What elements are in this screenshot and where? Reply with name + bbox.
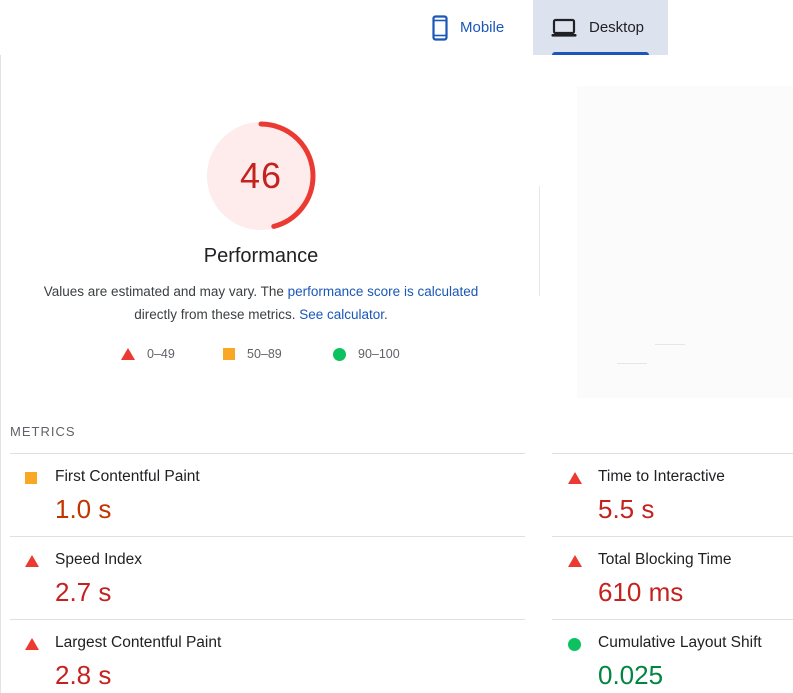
thumbnail-line <box>655 344 685 345</box>
metric-value: 5.5 s <box>598 494 655 524</box>
pass-circle-icon <box>568 638 581 651</box>
metric-cumulative-layout-shift: Cumulative Layout Shift 0.025 <box>552 619 793 693</box>
description-prefix: Values are estimated and may vary. The <box>43 284 288 299</box>
performance-score: 46 <box>239 155 283 196</box>
performance-gauge: 46 <box>205 120 317 232</box>
average-square-icon <box>223 348 235 360</box>
fail-triangle-icon <box>568 472 582 484</box>
tab-desktop[interactable]: Desktop <box>533 0 668 55</box>
metric-value: 2.7 s <box>55 577 112 607</box>
score-legend: 0–49 50–89 90–100 <box>0 347 540 367</box>
tab-mobile[interactable]: Mobile <box>420 0 532 55</box>
metric-speed-index: Speed Index 2.7 s <box>10 536 525 619</box>
metric-label: Speed Index <box>55 551 143 568</box>
performance-title: Performance <box>203 245 319 267</box>
metrics-title: METRICS <box>10 424 76 439</box>
metric-first-contentful-paint: First Contentful Paint 1.0 s <box>10 453 525 536</box>
metric-time-to-interactive: Time to Interactive 5.5 s <box>552 453 793 536</box>
fail-triangle-icon <box>25 638 39 650</box>
description-suffix: . <box>384 307 388 322</box>
metric-label: Largest Contentful Paint <box>55 634 222 651</box>
fail-triangle-icon <box>121 348 135 360</box>
legend-average: 50–89 <box>223 347 282 361</box>
see-calculator-link[interactable]: See calculator <box>299 307 384 322</box>
average-square-icon <box>25 472 37 484</box>
content-edge <box>0 55 1 693</box>
metric-value: 610 ms <box>598 577 684 607</box>
pass-circle-icon <box>333 347 346 361</box>
page-screenshot-thumbnail[interactable] <box>577 86 793 398</box>
metric-label: Time to Interactive <box>598 468 725 485</box>
legend-pass: 90–100 <box>333 347 400 361</box>
thumbnail-line <box>617 363 647 364</box>
metric-largest-contentful-paint: Largest Contentful Paint 2.8 s <box>10 619 525 693</box>
selected-tab-indicator <box>552 52 649 55</box>
metric-value: 0.025 <box>598 660 664 690</box>
metric-value: 2.8 s <box>55 660 112 690</box>
description-mid: directly from these metrics. <box>134 307 300 322</box>
performance-score-link[interactable]: performance score is calculated <box>288 284 479 299</box>
legend-average-label: 50–89 <box>247 347 282 361</box>
legend-fail: 0–49 <box>121 347 175 361</box>
metric-label: Cumulative Layout Shift <box>598 634 762 651</box>
metric-label: First Contentful Paint <box>55 468 200 485</box>
performance-description: Values are estimated and may vary. The p… <box>20 280 502 326</box>
metric-label: Total Blocking Time <box>598 551 732 568</box>
laptop-icon <box>551 18 577 38</box>
fail-triangle-icon <box>25 555 39 567</box>
phone-icon <box>432 14 448 41</box>
device-tabs: Mobile Desktop <box>0 0 793 55</box>
fail-triangle-icon <box>568 555 582 567</box>
tab-desktop-label: Desktop <box>589 19 645 36</box>
metric-total-blocking-time: Total Blocking Time 610 ms <box>552 536 793 619</box>
vertical-divider <box>539 186 540 296</box>
legend-pass-label: 90–100 <box>358 347 400 361</box>
legend-fail-label: 0–49 <box>147 347 175 361</box>
metric-value: 1.0 s <box>55 494 112 524</box>
tab-mobile-label: Mobile <box>460 19 505 36</box>
